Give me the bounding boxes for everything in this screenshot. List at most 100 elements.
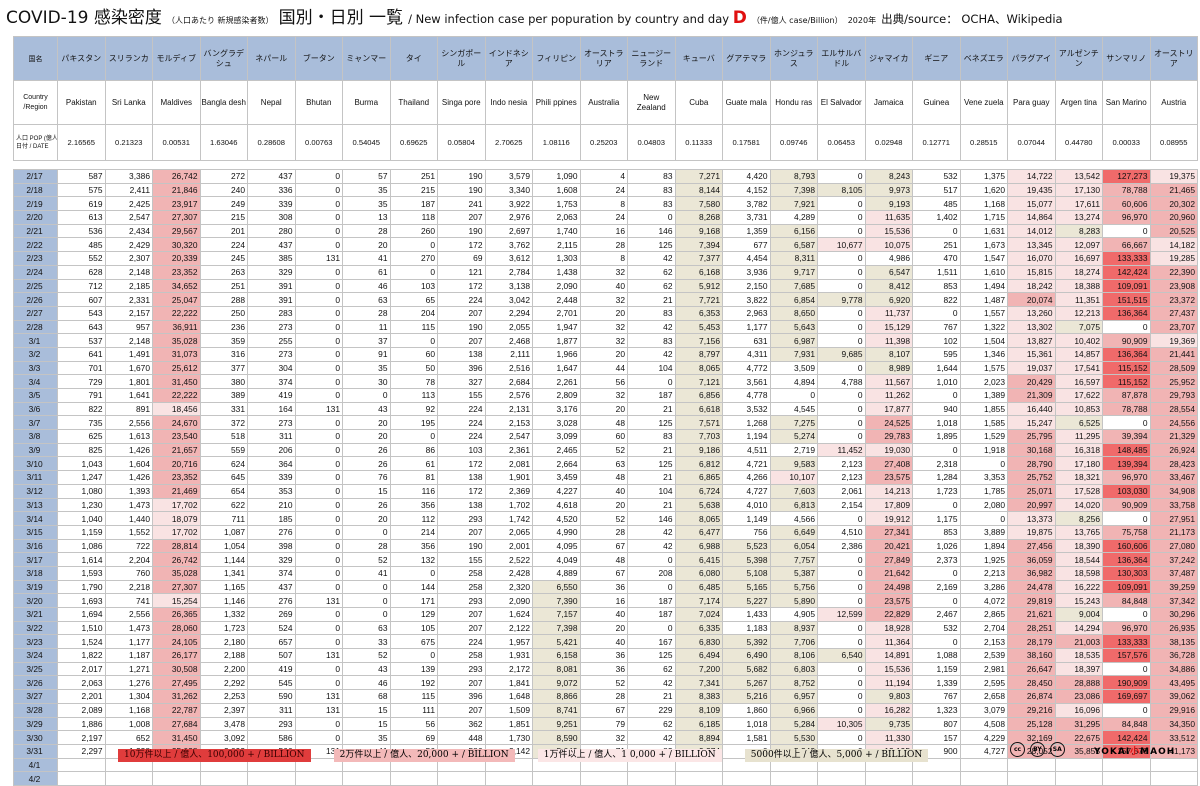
value-cell: 0: [294, 292, 343, 307]
value-cell: 15,077: [1007, 196, 1056, 212]
value-cell: 215: [199, 210, 248, 225]
value-cell: 2,701: [532, 305, 581, 321]
value-cell: 1,723: [199, 620, 248, 636]
value-cell: 8,752: [769, 675, 818, 691]
value-cell: 0: [294, 524, 343, 540]
value-cell: 112: [389, 511, 438, 526]
value-cell: 2,090: [484, 593, 533, 608]
value-cell: 0: [912, 223, 961, 239]
value-cell: [579, 771, 628, 786]
value-cell: 7,571: [674, 415, 723, 431]
value-cell: 13: [342, 210, 391, 225]
value-cell: 0: [294, 607, 343, 622]
value-cell: 22,390: [1149, 264, 1198, 280]
value-cell: 20: [579, 620, 628, 636]
value-cell: 712: [57, 278, 106, 294]
date-cell: 3/21: [13, 607, 58, 622]
value-cell: 5,638: [674, 497, 723, 513]
value-cell: 27,456: [1007, 538, 1056, 554]
country-pop: 1.08116: [532, 124, 581, 161]
date-cell: 2/17: [13, 169, 58, 184]
value-cell: 151,515: [1102, 292, 1151, 307]
value-cell: 1,715: [959, 210, 1008, 225]
value-cell: 0: [817, 264, 866, 280]
value-cell: 35: [342, 360, 391, 376]
value-cell: 109,091: [1102, 579, 1151, 595]
value-cell: 0: [912, 442, 961, 458]
value-cell: 1,547: [959, 251, 1008, 266]
value-cell: 33,467: [1149, 470, 1198, 485]
date-cell: 3/30: [13, 730, 58, 745]
date-cell: 4/1: [13, 757, 58, 773]
value-cell: 37,487: [1149, 565, 1198, 581]
value-cell: 2,080: [959, 497, 1008, 513]
value-cell: 8,243: [864, 169, 913, 184]
country-pop: 2.70625: [484, 124, 533, 161]
value-cell: 46: [342, 675, 391, 691]
value-cell: 13,765: [1054, 524, 1103, 540]
table-row: 2/22 485 2,429 30,320 224 437 0 20 0 172 3,762 2,11…: [13, 237, 1198, 253]
spacer-cell: [1055, 160, 1103, 170]
value-cell: 215: [389, 182, 438, 198]
value-cell: [389, 771, 438, 786]
value-cell: 1,054: [199, 538, 248, 554]
value-cell: 0: [912, 388, 961, 403]
value-cell: 5,523: [722, 538, 771, 554]
value-cell: 113: [389, 388, 438, 403]
value-cell: 7,398: [532, 620, 581, 636]
value-cell: 18,397: [1054, 661, 1103, 677]
country-pop: 0.54045: [342, 124, 391, 161]
value-cell: 10,853: [1054, 401, 1103, 417]
value-cell: 131: [294, 648, 343, 663]
value-cell: 729: [57, 374, 106, 389]
value-cell: 207: [437, 675, 486, 691]
value-cell: 21: [627, 689, 676, 704]
value-cell: 0: [389, 565, 438, 581]
table-row: 3/7 735 2,556 24,670 372 273 0 20 195 224 2,153 3,0…: [13, 415, 1198, 431]
value-cell: 587: [57, 169, 106, 184]
value-cell: 1,648: [484, 689, 533, 704]
spacer-cell: [295, 160, 343, 170]
value-cell: 0: [912, 565, 961, 581]
country-name-en: Burma: [342, 80, 391, 125]
value-cell: 19,875: [1007, 524, 1056, 540]
value-cell: 16: [579, 593, 628, 608]
value-cell: 0: [294, 237, 343, 253]
date-cell: 3/26: [13, 675, 58, 691]
value-cell: 625: [57, 429, 106, 444]
spacer-cell: [675, 160, 723, 170]
value-cell: 20: [342, 511, 391, 526]
value-cell: 3,286: [959, 579, 1008, 595]
value-cell: 14,213: [864, 483, 913, 499]
value-cell: 2,664: [532, 456, 581, 472]
value-cell: 2,065: [484, 524, 533, 540]
value-cell: 628: [57, 264, 106, 280]
value-cell: 4,095: [532, 538, 581, 554]
value-cell: 2,719: [769, 442, 818, 458]
value-cell: 3,579: [484, 169, 533, 184]
table-row: 3/13 1,230 1,473 17,702 622 210 0 26 356 138 1,702…: [13, 497, 1198, 513]
value-cell: 807: [912, 716, 961, 732]
value-cell: 1,165: [199, 579, 248, 595]
value-cell: 5,392: [722, 634, 771, 650]
value-cell: 20: [342, 429, 391, 444]
value-cell: 9,778: [817, 292, 866, 307]
value-cell: 4,905: [769, 607, 818, 622]
date-cell: 2/21: [13, 223, 58, 239]
value-cell: 767: [912, 689, 961, 704]
value-cell: 276: [247, 524, 296, 540]
value-cell: 2,123: [817, 456, 866, 472]
value-cell: 293: [437, 661, 486, 677]
value-cell: 377: [199, 360, 248, 376]
value-cell: 42: [627, 524, 676, 540]
country-pop: 0.28515: [959, 124, 1008, 161]
value-cell: 0: [817, 333, 866, 348]
value-cell: 23,908: [1149, 278, 1198, 294]
value-cell: 0: [294, 442, 343, 458]
value-cell: 18,388: [1054, 278, 1103, 294]
infection-table: 国名 パキスタン スリランカ モルディブ バングラデシュ ネパール ブータン ミャンマー タイシ…: [13, 36, 1198, 786]
value-cell: 8,989: [864, 360, 913, 376]
value-cell: [1102, 771, 1151, 786]
value-cell: 0: [294, 661, 343, 677]
value-cell: 1,230: [57, 497, 106, 513]
